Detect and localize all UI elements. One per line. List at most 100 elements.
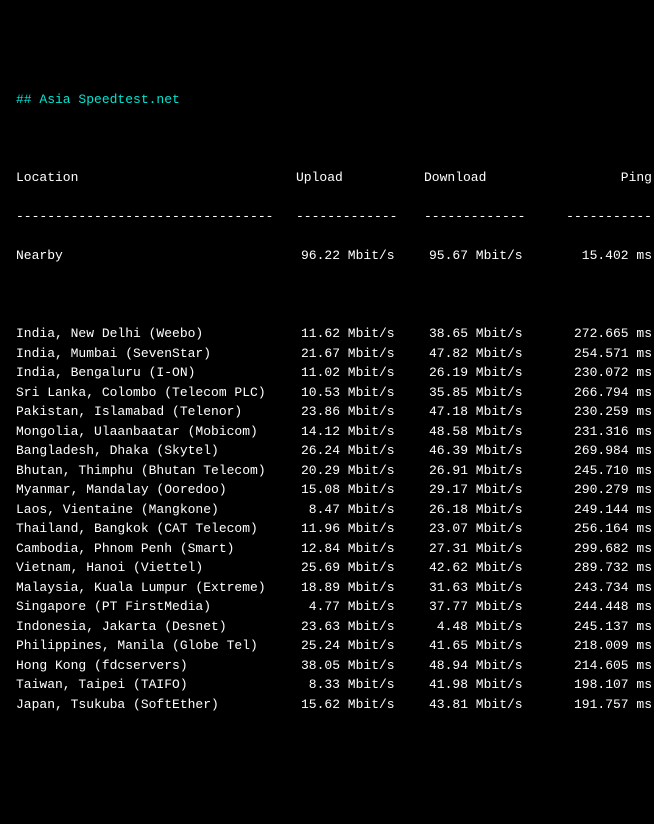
cell-ping: 191.757 ms	[552, 695, 652, 715]
cell-download: 48.94 Mbit/s	[424, 656, 552, 676]
cell-ping: 15.402 ms	[552, 246, 652, 266]
table-row: Myanmar, Mandalay (Ooredoo)15.08 Mbit/s2…	[16, 480, 638, 500]
cell-ping: 289.732 ms	[552, 558, 652, 578]
cell-upload: 25.24 Mbit/s	[296, 636, 424, 656]
divider-segment: -------------	[424, 207, 552, 227]
cell-download: 47.82 Mbit/s	[424, 344, 552, 364]
cell-ping: 198.107 ms	[552, 675, 652, 695]
cell-download: 42.62 Mbit/s	[424, 558, 552, 578]
table-row: Philippines, Manila (Globe Tel)25.24 Mbi…	[16, 636, 638, 656]
cell-ping: 230.072 ms	[552, 363, 652, 383]
cell-upload: 20.29 Mbit/s	[296, 461, 424, 481]
cell-upload: 21.67 Mbit/s	[296, 344, 424, 364]
cell-location: Mongolia, Ulaanbaatar (Mobicom)	[16, 422, 296, 442]
cell-download: 48.58 Mbit/s	[424, 422, 552, 442]
cell-ping: 230.259 ms	[552, 402, 652, 422]
cell-upload: 23.63 Mbit/s	[296, 617, 424, 637]
table-row: Thailand, Bangkok (CAT Telecom)11.96 Mbi…	[16, 519, 638, 539]
cell-location: Japan, Tsukuba (SoftEther)	[16, 695, 296, 715]
cell-upload: 10.53 Mbit/s	[296, 383, 424, 403]
cell-ping: 218.009 ms	[552, 636, 652, 656]
cell-download: 26.18 Mbit/s	[424, 500, 552, 520]
cell-download: 37.77 Mbit/s	[424, 597, 552, 617]
table-row: Pakistan, Islamabad (Telenor)23.86 Mbit/…	[16, 402, 638, 422]
table-row: Laos, Vientaine (Mangkone)8.47 Mbit/s26.…	[16, 500, 638, 520]
cell-upload: 38.05 Mbit/s	[296, 656, 424, 676]
cell-upload: 12.84 Mbit/s	[296, 539, 424, 559]
cell-upload: 11.62 Mbit/s	[296, 324, 424, 344]
cell-download: 31.63 Mbit/s	[424, 578, 552, 598]
cell-upload: 14.12 Mbit/s	[296, 422, 424, 442]
table-row: India, Bengaluru (I-ON)11.02 Mbit/s26.19…	[16, 363, 638, 383]
cell-ping: 254.571 ms	[552, 344, 652, 364]
table-row: Indonesia, Jakarta (Desnet)23.63 Mbit/s4…	[16, 617, 638, 637]
cell-ping: 214.605 ms	[552, 656, 652, 676]
cell-download: 47.18 Mbit/s	[424, 402, 552, 422]
cell-location: Bangladesh, Dhaka (Skytel)	[16, 441, 296, 461]
cell-ping: 269.984 ms	[552, 441, 652, 461]
cell-location: Taiwan, Taipei (TAIFO)	[16, 675, 296, 695]
cell-location: India, Mumbai (SevenStar)	[16, 344, 296, 364]
cell-upload: 23.86 Mbit/s	[296, 402, 424, 422]
cell-download: 4.48 Mbit/s	[424, 617, 552, 637]
cell-upload: 25.69 Mbit/s	[296, 558, 424, 578]
cell-upload: 4.77 Mbit/s	[296, 597, 424, 617]
cell-location: Philippines, Manila (Globe Tel)	[16, 636, 296, 656]
cell-location: Thailand, Bangkok (CAT Telecom)	[16, 519, 296, 539]
cell-location: Myanmar, Mandalay (Ooredoo)	[16, 480, 296, 500]
cell-download: 95.67 Mbit/s	[424, 246, 552, 266]
table-row: Hong Kong (fdcservers)38.05 Mbit/s48.94 …	[16, 656, 638, 676]
table-row: Mongolia, Ulaanbaatar (Mobicom)14.12 Mbi…	[16, 422, 638, 442]
cell-upload: 96.22 Mbit/s	[296, 246, 424, 266]
cell-ping: 244.448 ms	[552, 597, 652, 617]
cell-location: Pakistan, Islamabad (Telenor)	[16, 402, 296, 422]
cell-ping: 245.710 ms	[552, 461, 652, 481]
header-download: Download	[424, 168, 552, 188]
cell-ping: 231.316 ms	[552, 422, 652, 442]
cell-download: 41.98 Mbit/s	[424, 675, 552, 695]
cell-upload: 18.89 Mbit/s	[296, 578, 424, 598]
table-row: Singapore (PT FirstMedia)4.77 Mbit/s37.7…	[16, 597, 638, 617]
cell-ping: 243.734 ms	[552, 578, 652, 598]
cell-location: Malaysia, Kuala Lumpur (Extreme)	[16, 578, 296, 598]
table-row: Bhutan, Thimphu (Bhutan Telecom)20.29 Mb…	[16, 461, 638, 481]
cell-location: Bhutan, Thimphu (Bhutan Telecom)	[16, 461, 296, 481]
cell-download: 46.39 Mbit/s	[424, 441, 552, 461]
cell-upload: 15.62 Mbit/s	[296, 695, 424, 715]
cell-location: Hong Kong (fdcservers)	[16, 656, 296, 676]
cell-location: Cambodia, Phnom Penh (Smart)	[16, 539, 296, 559]
divider-segment: -----------	[552, 207, 652, 227]
cell-download: 26.19 Mbit/s	[424, 363, 552, 383]
cell-download: 23.07 Mbit/s	[424, 519, 552, 539]
table-row: Japan, Tsukuba (SoftEther)15.62 Mbit/s43…	[16, 695, 638, 715]
cell-download: 41.65 Mbit/s	[424, 636, 552, 656]
divider-segment: ---------------------------------	[16, 207, 296, 227]
cell-download: 26.91 Mbit/s	[424, 461, 552, 481]
table-row: Bangladesh, Dhaka (Skytel)26.24 Mbit/s46…	[16, 441, 638, 461]
cell-upload: 8.33 Mbit/s	[296, 675, 424, 695]
cell-location: Sri Lanka, Colombo (Telecom PLC)	[16, 383, 296, 403]
header-upload: Upload	[296, 168, 424, 188]
cell-location: Singapore (PT FirstMedia)	[16, 597, 296, 617]
cell-location: India, Bengaluru (I-ON)	[16, 363, 296, 383]
cell-upload: 8.47 Mbit/s	[296, 500, 424, 520]
cell-upload: 11.02 Mbit/s	[296, 363, 424, 383]
cell-download: 38.65 Mbit/s	[424, 324, 552, 344]
cell-location: Indonesia, Jakarta (Desnet)	[16, 617, 296, 637]
table-row: Nearby96.22 Mbit/s95.67 Mbit/s15.402 ms	[16, 246, 638, 266]
table-header: Location Upload Download Ping	[16, 168, 638, 188]
table-row: Sri Lanka, Colombo (Telecom PLC)10.53 Mb…	[16, 383, 638, 403]
cell-ping: 272.665 ms	[552, 324, 652, 344]
cell-ping: 256.164 ms	[552, 519, 652, 539]
cell-upload: 26.24 Mbit/s	[296, 441, 424, 461]
table-row: Cambodia, Phnom Penh (Smart)12.84 Mbit/s…	[16, 539, 638, 559]
cell-location: Vietnam, Hanoi (Viettel)	[16, 558, 296, 578]
cell-upload: 15.08 Mbit/s	[296, 480, 424, 500]
section-title: ## Asia Speedtest.net	[16, 90, 638, 110]
cell-ping: 299.682 ms	[552, 539, 652, 559]
table-row: India, New Delhi (Weebo)11.62 Mbit/s38.6…	[16, 324, 638, 344]
table-row: Malaysia, Kuala Lumpur (Extreme)18.89 Mb…	[16, 578, 638, 598]
divider: --------------------------------- ------…	[16, 207, 638, 227]
cell-location: India, New Delhi (Weebo)	[16, 324, 296, 344]
cell-location: Nearby	[16, 246, 296, 266]
